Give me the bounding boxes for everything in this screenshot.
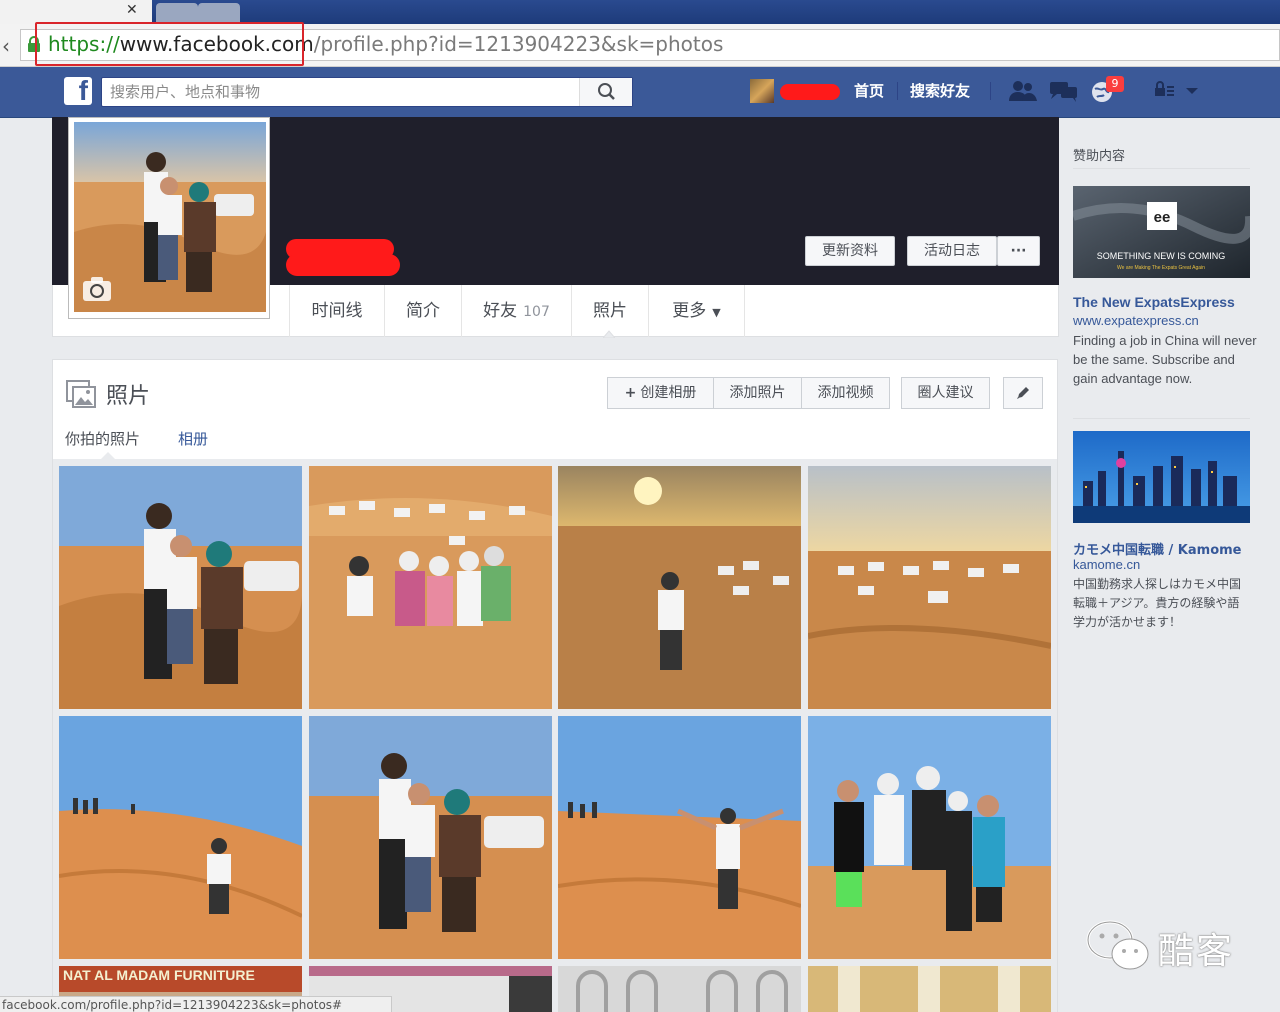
url-path: /profile.php?id=1213904223&sk=photos <box>313 32 724 56</box>
wechat-logo-icon <box>1086 920 1149 970</box>
photo-thumbnail[interactable] <box>309 716 552 959</box>
friend-requests-icon[interactable] <box>1008 80 1038 102</box>
tab-timeline[interactable]: 时间线 <box>290 285 385 337</box>
search-box <box>101 77 633 107</box>
photos-icon <box>66 380 96 408</box>
friends-count: 107 <box>523 304 550 320</box>
ad-url[interactable]: www.expatexpress.cn <box>1073 313 1199 328</box>
divider <box>1073 418 1250 419</box>
ad-body: Finding a job in China will never be the… <box>1073 333 1257 386</box>
tab-photos-label: 照片 <box>593 301 627 321</box>
tab-friends[interactable]: 好友 107 <box>462 285 572 337</box>
plus-icon: + <box>624 385 637 401</box>
photo-thumbnail[interactable] <box>808 966 1051 1012</box>
photo-thumbnail[interactable] <box>558 716 801 959</box>
sponsored-heading: 赞助内容 <box>1073 149 1126 164</box>
facebook-logo-letter: f <box>78 75 88 106</box>
ad-title[interactable]: カモメ中国転職 / Kamome <box>1073 539 1250 558</box>
tab-timeline-label: 时间线 <box>311 301 363 321</box>
chevron-down-icon: ▼ <box>712 306 721 319</box>
photo-thumbnail[interactable] <box>59 466 302 709</box>
privacy-shortcuts-icon[interactable] <box>1152 80 1202 102</box>
notification-badge: 9 <box>1106 76 1124 92</box>
update-info-button[interactable]: 更新资料 <box>805 236 895 266</box>
edit-button[interactable] <box>1003 377 1043 409</box>
photo-thumbnail[interactable] <box>808 716 1051 959</box>
browser-tab-inactive[interactable] <box>156 3 198 24</box>
photo-thumbnail[interactable] <box>558 966 801 1012</box>
photo-thumbnail[interactable] <box>558 466 801 709</box>
search-button[interactable] <box>579 78 632 106</box>
avatar[interactable] <box>750 79 774 103</box>
search-input[interactable] <box>102 78 594 106</box>
subtab-albums[interactable]: 相册 <box>178 428 208 449</box>
ad-title[interactable]: The New ExpatsExpress <box>1073 294 1235 310</box>
ad-image[interactable] <box>1073 431 1250 523</box>
ad-body: 中国勤務求人探しはカモメ中国転職＋アジア。貴方の経験や語学力が活かせます！ <box>1073 577 1242 629</box>
search-icon <box>598 83 615 100</box>
back-chevron-icon[interactable]: ‹ <box>2 34 10 58</box>
camera-icon[interactable] <box>82 276 112 302</box>
add-photos-button[interactable]: 添加照片 <box>713 377 802 409</box>
photo-sign-text: NAT AL MADAM FURNITURE <box>63 967 255 983</box>
photos-title: 照片 <box>106 384 151 409</box>
active-tab-caret <box>603 330 615 338</box>
nav-divider <box>990 82 991 100</box>
browser-tab-inactive[interactable] <box>198 3 240 24</box>
divider <box>1073 168 1250 169</box>
facebook-logo-icon[interactable]: f <box>64 75 92 106</box>
ad-image-subline: We are Making The Expats Great Again <box>1117 265 1205 271</box>
more-options-button[interactable]: ··· <box>997 236 1040 266</box>
tab-more-label: 更多 <box>672 301 707 321</box>
redacted-username[interactable] <box>780 84 840 100</box>
nav-find-friends[interactable]: 搜索好友 <box>910 80 970 101</box>
nav-home[interactable]: 首页 <box>854 80 884 101</box>
activity-log-button[interactable]: 活动日志 <box>907 236 997 266</box>
tag-suggestions-button[interactable]: 圈人建议 <box>901 377 990 409</box>
ad-image-headline: SOMETHING NEW IS COMING <box>1097 251 1226 261</box>
pencil-icon <box>1017 387 1029 399</box>
photo-thumbnail[interactable] <box>808 466 1051 709</box>
nav-divider <box>897 82 898 100</box>
photo-thumbnail[interactable] <box>59 716 302 959</box>
ad-url[interactable]: kamome.cn <box>1073 557 1140 572</box>
tab-about[interactable]: 简介 <box>385 285 462 337</box>
tab-about-label: 简介 <box>406 301 440 321</box>
close-tab-icon[interactable]: ✕ <box>126 2 140 20</box>
watermark-text: 酷客 <box>1158 931 1235 972</box>
redacted-profile-name <box>286 254 400 276</box>
tab-more[interactable]: 更多 ▼ <box>649 285 745 337</box>
tab-friends-label: 好友 <box>483 301 518 321</box>
subtab-your-photos[interactable]: 你拍的照片 <box>65 428 140 449</box>
ad-logo-text: ee <box>1154 209 1171 226</box>
photo-thumbnail[interactable] <box>309 466 552 709</box>
add-video-button[interactable]: 添加视频 <box>801 377 890 409</box>
create-album-label: 创建相册 <box>640 385 697 401</box>
create-album-button[interactable]: + 创建相册 <box>607 377 714 409</box>
ad-image[interactable]: ee SOMETHING NEW IS COMING We are Making T… <box>1073 186 1250 278</box>
messages-icon[interactable] <box>1049 80 1079 102</box>
browser-status-bar: facebook.com/profile.php?id=1213904223&s… <box>0 996 392 1012</box>
highlight-box <box>35 22 304 66</box>
